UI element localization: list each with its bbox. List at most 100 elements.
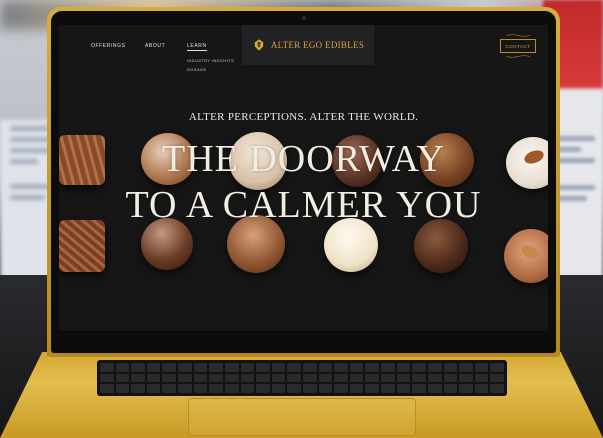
laptop-bezel: OFFERINGS ABOUT LEARN INDUSTRY INSIGHTS … xyxy=(51,11,556,353)
keyboard-key xyxy=(459,384,473,393)
keyboard-key xyxy=(443,373,458,383)
laptop-trackpad xyxy=(188,398,416,436)
keyboard-key xyxy=(490,384,504,393)
keyboard-key xyxy=(240,384,255,393)
site-logo[interactable]: ALTER EGO EDIBLES xyxy=(242,25,374,65)
keyboard-key xyxy=(427,373,442,383)
hero-headline-line1: THE DOORWAY xyxy=(162,138,445,180)
keyboard-key xyxy=(381,384,395,393)
keyboard-key xyxy=(193,373,208,383)
keyboard-key xyxy=(162,384,177,393)
keyboard-key xyxy=(146,373,161,383)
keyboard-key xyxy=(271,384,286,393)
chocolate-truffle-rough xyxy=(414,219,468,273)
keyboard-key xyxy=(115,373,130,383)
keyboard-key xyxy=(224,363,239,372)
keyboard-key xyxy=(318,384,333,393)
keyboard-key xyxy=(318,373,333,383)
keyboard-key xyxy=(365,363,380,372)
keyboard-key xyxy=(256,373,270,383)
nav-learn[interactable]: LEARN xyxy=(187,43,207,51)
keyboard-key xyxy=(427,363,442,372)
keyboard-key xyxy=(459,363,473,372)
keyboard-key xyxy=(271,373,286,383)
keyboard-key xyxy=(178,363,192,372)
keyboard-key xyxy=(412,363,426,372)
keyboard-key xyxy=(349,373,364,383)
keyboard-key xyxy=(365,384,380,393)
keyboard-key xyxy=(115,384,130,393)
submenu-industry-insights[interactable]: INDUSTRY INSIGHTS xyxy=(187,58,234,63)
chocolate-square-drizzle xyxy=(59,220,105,272)
keyboard-key xyxy=(115,363,130,372)
keyboard-key xyxy=(381,373,395,383)
keyboard-key xyxy=(209,373,223,383)
keyboard-key xyxy=(412,384,426,393)
laptop-keyboard xyxy=(97,360,507,396)
contact-flourish-top xyxy=(506,34,530,37)
keyboard-key xyxy=(474,363,489,372)
keyboard-key xyxy=(349,363,364,372)
keyboard-key xyxy=(349,384,364,393)
hero-tagline: ALTER PERCEPTIONS. ALTER THE WORLD. xyxy=(188,111,419,123)
keyboard-key xyxy=(162,373,177,383)
keyboard-key xyxy=(162,363,177,372)
keyboard-key xyxy=(443,363,458,372)
keyboard-key xyxy=(396,363,411,372)
keyboard-key xyxy=(303,363,317,372)
keyboard-key xyxy=(131,373,145,383)
webcam-icon xyxy=(301,16,306,20)
keyboard-key xyxy=(100,384,114,393)
keyboard-key xyxy=(412,373,426,383)
keyboard-key xyxy=(459,373,473,383)
keyboard-key xyxy=(303,384,317,393)
keyboard-key xyxy=(193,384,208,393)
website-screen: OFFERINGS ABOUT LEARN INDUSTRY INSIGHTS … xyxy=(59,25,548,331)
keyboard-key xyxy=(146,363,161,372)
keyboard-key xyxy=(209,363,223,372)
keyboard-key xyxy=(490,373,504,383)
keyboard-key xyxy=(224,384,239,393)
keyboard-key xyxy=(271,363,286,372)
keyboard-key xyxy=(381,363,395,372)
keyboard-key xyxy=(443,384,458,393)
keyboard-key xyxy=(334,373,348,383)
keyboard-key xyxy=(100,363,114,372)
keyboard-key xyxy=(303,373,317,383)
keyboard-key xyxy=(427,384,442,393)
nav-offerings[interactable]: OFFERINGS xyxy=(91,43,126,49)
keyboard-key xyxy=(131,384,145,393)
alter-ego-logo-icon xyxy=(254,39,264,51)
keyboard-key xyxy=(100,373,114,383)
nav-about[interactable]: ABOUT xyxy=(145,43,165,49)
keyboard-key xyxy=(334,363,348,372)
keyboard-key xyxy=(178,384,192,393)
laptop-lid: OFFERINGS ABOUT LEARN INDUSTRY INSIGHTS … xyxy=(47,7,560,357)
keyboard-key xyxy=(287,384,301,393)
learn-submenu: INDUSTRY INSIGHTS DOSAGE xyxy=(187,58,234,76)
submenu-dosage[interactable]: DOSAGE xyxy=(187,67,234,72)
keyboard-key xyxy=(396,373,411,383)
keyboard-key xyxy=(209,384,223,393)
keyboard-key xyxy=(287,363,301,372)
keyboard-key xyxy=(287,373,301,383)
contact-button[interactable]: CONTACT xyxy=(500,39,536,53)
keyboard-key xyxy=(334,384,348,393)
keyboard-key xyxy=(474,384,489,393)
contact-flourish-bottom xyxy=(506,55,530,58)
logo-text: ALTER EGO EDIBLES xyxy=(270,40,365,50)
keyboard-key xyxy=(490,363,504,372)
hero-headline-line2: TO A CALMER YOU xyxy=(125,184,482,226)
keyboard-key xyxy=(365,373,380,383)
keyboard-key xyxy=(131,363,145,372)
keyboard-key xyxy=(240,363,255,372)
keyboard-key xyxy=(240,373,255,383)
keyboard-key xyxy=(396,384,411,393)
keyboard-key xyxy=(256,384,270,393)
keyboard-key xyxy=(193,363,208,372)
keyboard-key xyxy=(318,363,333,372)
keyboard-key xyxy=(474,373,489,383)
keyboard-key xyxy=(256,363,270,372)
keyboard-key xyxy=(146,384,161,393)
site-header: OFFERINGS ABOUT LEARN INDUSTRY INSIGHTS … xyxy=(59,25,548,72)
